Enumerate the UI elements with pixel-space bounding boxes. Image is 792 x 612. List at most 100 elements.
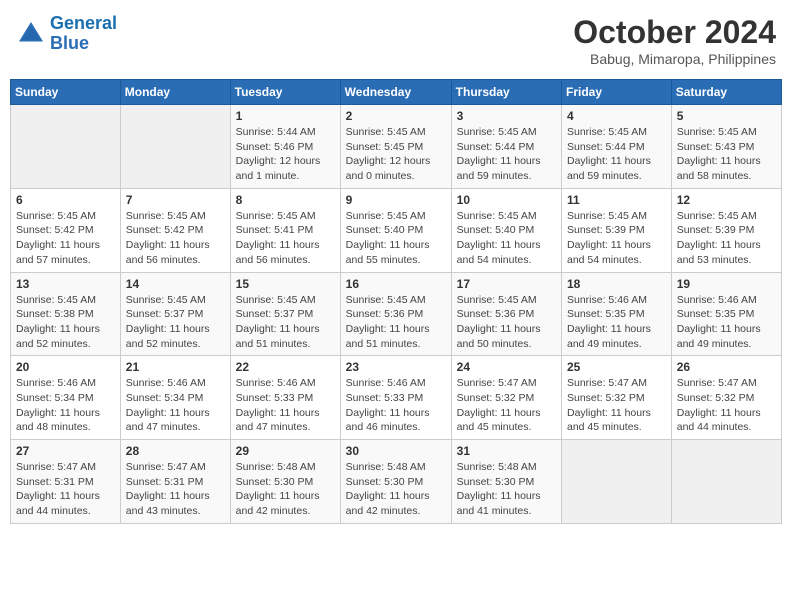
day-info: Sunrise: 5:45 AMSunset: 5:42 PMDaylight:… xyxy=(126,209,225,268)
table-row: 23 Sunrise: 5:46 AMSunset: 5:33 PMDayligh… xyxy=(340,356,451,440)
calendar-week-row: 13 Sunrise: 5:45 AMSunset: 5:38 PMDayligh… xyxy=(11,272,782,356)
day-number: 3 xyxy=(457,109,556,123)
day-info: Sunrise: 5:45 AMSunset: 5:44 PMDaylight:… xyxy=(457,125,556,184)
day-info: Sunrise: 5:45 AMSunset: 5:44 PMDaylight:… xyxy=(567,125,666,184)
day-number: 17 xyxy=(457,277,556,291)
day-info: Sunrise: 5:47 AMSunset: 5:31 PMDaylight:… xyxy=(16,460,115,519)
day-number: 24 xyxy=(457,360,556,374)
day-number: 13 xyxy=(16,277,115,291)
table-row: 11Sunrise: 5:45 AMSunset: 5:39 PMDayligh… xyxy=(562,188,672,272)
table-row: 25 Sunrise: 5:47 AMSunset: 5:32 PMDayligh… xyxy=(562,356,672,440)
calendar-week-row: 1Sunrise: 5:44 AMSunset: 5:46 PMDaylight… xyxy=(11,105,782,189)
table-row: 27 Sunrise: 5:47 AMSunset: 5:31 PMDayligh… xyxy=(11,440,121,524)
table-row: 17 Sunrise: 5:45 AMSunset: 5:36 PMDayligh… xyxy=(451,272,561,356)
day-number: 7 xyxy=(126,193,225,207)
table-row: 8 Sunrise: 5:45 AMSunset: 5:41 PMDaylight… xyxy=(230,188,340,272)
day-number: 21 xyxy=(126,360,225,374)
day-number: 16 xyxy=(346,277,446,291)
table-row xyxy=(120,105,230,189)
table-row: 30Sunrise: 5:48 AMSunset: 5:30 PMDayligh… xyxy=(340,440,451,524)
day-number: 14 xyxy=(126,277,225,291)
day-info: Sunrise: 5:46 AMSunset: 5:34 PMDaylight:… xyxy=(126,376,225,435)
day-number: 6 xyxy=(16,193,115,207)
logo-blue: Blue xyxy=(50,33,89,53)
day-number: 30 xyxy=(346,444,446,458)
day-number: 8 xyxy=(236,193,335,207)
table-row: 6 Sunrise: 5:45 AMSunset: 5:42 PMDaylight… xyxy=(11,188,121,272)
subtitle: Babug, Mimaropa, Philippines xyxy=(573,51,776,67)
day-info: Sunrise: 5:45 AMSunset: 5:43 PMDaylight:… xyxy=(677,125,776,184)
table-row: 1Sunrise: 5:44 AMSunset: 5:46 PMDaylight… xyxy=(230,105,340,189)
day-info: Sunrise: 5:44 AMSunset: 5:46 PMDaylight:… xyxy=(236,125,335,184)
day-info: Sunrise: 5:45 AMSunset: 5:39 PMDaylight:… xyxy=(567,209,666,268)
day-number: 4 xyxy=(567,109,666,123)
logo: General Blue xyxy=(16,14,117,54)
day-info: Sunrise: 5:47 AMSunset: 5:31 PMDaylight:… xyxy=(126,460,225,519)
calendar-week-row: 27 Sunrise: 5:47 AMSunset: 5:31 PMDayligh… xyxy=(11,440,782,524)
title-area: October 2024 Babug, Mimaropa, Philippine… xyxy=(573,14,776,67)
day-info: Sunrise: 5:45 AMSunset: 5:40 PMDaylight:… xyxy=(457,209,556,268)
header-sunday: Sunday xyxy=(11,80,121,105)
day-number: 28 xyxy=(126,444,225,458)
day-number: 31 xyxy=(457,444,556,458)
day-info: Sunrise: 5:45 AMSunset: 5:45 PMDaylight:… xyxy=(346,125,446,184)
day-info: Sunrise: 5:45 AMSunset: 5:37 PMDaylight:… xyxy=(126,293,225,352)
day-info: Sunrise: 5:45 AMSunset: 5:38 PMDaylight:… xyxy=(16,293,115,352)
calendar-header-row: Sunday Monday Tuesday Wednesday Thursday… xyxy=(11,80,782,105)
header-friday: Friday xyxy=(562,80,672,105)
table-row: 4 Sunrise: 5:45 AMSunset: 5:44 PMDaylight… xyxy=(562,105,672,189)
logo-general: General xyxy=(50,13,117,33)
table-row: 21 Sunrise: 5:46 AMSunset: 5:34 PMDayligh… xyxy=(120,356,230,440)
day-number: 19 xyxy=(677,277,776,291)
table-row: 9 Sunrise: 5:45 AMSunset: 5:40 PMDaylight… xyxy=(340,188,451,272)
calendar-table: Sunday Monday Tuesday Wednesday Thursday… xyxy=(10,79,782,524)
day-number: 15 xyxy=(236,277,335,291)
table-row: 29Sunrise: 5:48 AMSunset: 5:30 PMDayligh… xyxy=(230,440,340,524)
day-number: 5 xyxy=(677,109,776,123)
day-info: Sunrise: 5:46 AMSunset: 5:33 PMDaylight:… xyxy=(346,376,446,435)
day-info: Sunrise: 5:45 AMSunset: 5:41 PMDaylight:… xyxy=(236,209,335,268)
day-info: Sunrise: 5:47 AMSunset: 5:32 PMDaylight:… xyxy=(677,376,776,435)
header-wednesday: Wednesday xyxy=(340,80,451,105)
table-row: 18Sunrise: 5:46 AMSunset: 5:35 PMDayligh… xyxy=(562,272,672,356)
day-number: 20 xyxy=(16,360,115,374)
table-row: 22Sunrise: 5:46 AMSunset: 5:33 PMDayligh… xyxy=(230,356,340,440)
table-row xyxy=(562,440,672,524)
day-info: Sunrise: 5:45 AMSunset: 5:40 PMDaylight:… xyxy=(346,209,446,268)
day-number: 29 xyxy=(236,444,335,458)
day-number: 10 xyxy=(457,193,556,207)
day-number: 9 xyxy=(346,193,446,207)
day-number: 25 xyxy=(567,360,666,374)
header-saturday: Saturday xyxy=(671,80,781,105)
table-row: 20Sunrise: 5:46 AMSunset: 5:34 PMDayligh… xyxy=(11,356,121,440)
table-row: 26Sunrise: 5:47 AMSunset: 5:32 PMDayligh… xyxy=(671,356,781,440)
table-row: 10 Sunrise: 5:45 AMSunset: 5:40 PMDayligh… xyxy=(451,188,561,272)
day-info: Sunrise: 5:45 AMSunset: 5:37 PMDaylight:… xyxy=(236,293,335,352)
table-row: 5 Sunrise: 5:45 AMSunset: 5:43 PMDaylight… xyxy=(671,105,781,189)
day-info: Sunrise: 5:47 AMSunset: 5:32 PMDaylight:… xyxy=(457,376,556,435)
day-number: 23 xyxy=(346,360,446,374)
day-number: 2 xyxy=(346,109,446,123)
table-row: 14 Sunrise: 5:45 AMSunset: 5:37 PMDayligh… xyxy=(120,272,230,356)
day-info: Sunrise: 5:47 AMSunset: 5:32 PMDaylight:… xyxy=(567,376,666,435)
table-row: 2 Sunrise: 5:45 AMSunset: 5:45 PMDaylight… xyxy=(340,105,451,189)
header-thursday: Thursday xyxy=(451,80,561,105)
day-info: Sunrise: 5:46 AMSunset: 5:35 PMDaylight:… xyxy=(677,293,776,352)
table-row: 3 Sunrise: 5:45 AMSunset: 5:44 PMDaylight… xyxy=(451,105,561,189)
table-row: 16Sunrise: 5:45 AMSunset: 5:36 PMDayligh… xyxy=(340,272,451,356)
calendar-week-row: 6 Sunrise: 5:45 AMSunset: 5:42 PMDaylight… xyxy=(11,188,782,272)
table-row: 19 Sunrise: 5:46 AMSunset: 5:35 PMDayligh… xyxy=(671,272,781,356)
day-info: Sunrise: 5:46 AMSunset: 5:33 PMDaylight:… xyxy=(236,376,335,435)
table-row: 24 Sunrise: 5:47 AMSunset: 5:32 PMDayligh… xyxy=(451,356,561,440)
day-number: 27 xyxy=(16,444,115,458)
calendar-week-row: 20 Sunrise: 5:46 AMSunset: 5:34 PMDayligh… xyxy=(11,356,782,440)
day-info: Sunrise: 5:45 AMSunset: 5:42 PMDaylight:… xyxy=(16,209,115,268)
table-row xyxy=(671,440,781,524)
main-title: October 2024 xyxy=(573,14,776,51)
day-info: Sunrise: 5:45 AMSunset: 5:39 PMDaylight:… xyxy=(677,209,776,268)
day-info: Sunrise: 5:48 AMSunset: 5:30 PMDaylight:… xyxy=(457,460,556,519)
page-header: General Blue October 2024 Babug, Mimarop… xyxy=(10,10,782,71)
table-row xyxy=(11,105,121,189)
day-number: 12 xyxy=(677,193,776,207)
day-info: Sunrise: 5:45 AMSunset: 5:36 PMDaylight:… xyxy=(457,293,556,352)
